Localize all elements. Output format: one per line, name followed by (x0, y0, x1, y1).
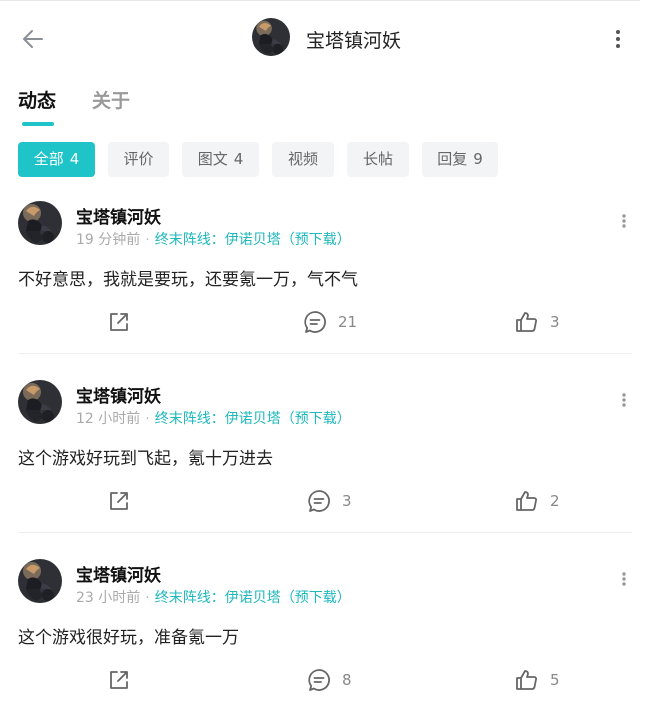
filter-chip-image-text[interactable]: 图文 4 (182, 142, 259, 177)
like-count: 2 (550, 492, 560, 510)
filter-chip-label: 回复 (437, 150, 468, 168)
more-vertical-icon (616, 30, 620, 48)
top-bar: 宝塔镇河妖 (0, 0, 648, 78)
post-game-link[interactable]: 终末阵线：伊诺贝塔（预下载） (155, 411, 351, 427)
post-time: 12 小时前 (76, 411, 141, 427)
comment-button[interactable]: 8 (306, 663, 352, 697)
share-button[interactable] (106, 663, 132, 697)
top-border (0, 0, 640, 1)
post-meta: 12 小时前 · 终末阵线：伊诺贝塔（预下载） (76, 408, 351, 428)
share-button[interactable] (106, 305, 132, 339)
avatar[interactable] (18, 380, 62, 424)
more-vertical-icon (622, 572, 626, 586)
comment-icon (308, 669, 330, 691)
thumbs-up-icon (516, 670, 537, 690)
post-actions: 3 2 (0, 484, 648, 518)
meta-separator: · (145, 411, 150, 427)
post-more-button[interactable] (614, 386, 634, 414)
filter-chip-count: 4 (233, 150, 244, 168)
filter-chip-label: 图文 (197, 150, 228, 168)
like-button[interactable]: 2 (514, 484, 560, 518)
more-vertical-icon (622, 214, 626, 228)
filter-chip-label: 评价 (123, 150, 154, 168)
filter-chip-label: 长帖 (362, 150, 393, 168)
comment-count: 21 (338, 313, 358, 331)
like-button[interactable]: 5 (514, 663, 560, 697)
meta-separator: · (145, 232, 150, 248)
share-icon (110, 492, 128, 510)
post-more-button[interactable] (614, 207, 634, 235)
post-game-link[interactable]: 终末阵线：伊诺贝塔（预下载） (155, 232, 351, 248)
filter-chip-replies[interactable]: 回复 9 (422, 142, 498, 177)
post-content[interactable]: 这个游戏好玩到飞起，氪十万进去 (18, 444, 273, 469)
post-content[interactable]: 不好意思，我就是要玩，还要氪一万，气不气 (18, 265, 358, 290)
meta-separator: · (145, 590, 150, 606)
filter-chips: 全部 4 评价 图文 4 视频 长帖 回复 9 (0, 142, 648, 178)
post-game-link[interactable]: 终末阵线：伊诺贝塔（预下载） (155, 590, 351, 606)
post-meta: 19 分钟前 · 终末阵线：伊诺贝塔（预下载） (76, 229, 351, 249)
filter-chip-long-post[interactable]: 长帖 (347, 142, 409, 177)
page-title: 宝塔镇河妖 (306, 30, 402, 52)
post-author[interactable]: 宝塔镇河妖 (76, 382, 161, 407)
filter-chip-review[interactable]: 评价 (108, 142, 169, 177)
filter-chip-label: 视频 (287, 150, 318, 168)
more-menu-button[interactable] (606, 24, 630, 54)
comment-count: 3 (342, 492, 352, 510)
avatar[interactable] (18, 201, 62, 245)
post-more-button[interactable] (614, 565, 634, 593)
feed-post[interactable]: 宝塔镇河妖 23 小时前 · 终末阵线：伊诺贝塔（预下载） 这个游戏很好玩，准备氪一… (0, 559, 648, 709)
post-time: 23 小时前 (76, 590, 141, 606)
thumbs-up-icon (516, 491, 537, 511)
share-icon (110, 313, 128, 331)
filter-chip-count: 9 (473, 150, 483, 168)
like-count: 3 (550, 313, 560, 331)
comment-icon (308, 490, 330, 512)
tab-feed[interactable]: 动态 (18, 86, 56, 113)
like-count: 5 (550, 671, 560, 689)
post-author[interactable]: 宝塔镇河妖 (76, 203, 161, 228)
comment-button[interactable]: 3 (306, 484, 352, 518)
back-button[interactable] (18, 24, 48, 54)
more-vertical-icon (622, 393, 626, 407)
post-author[interactable]: 宝塔镇河妖 (76, 561, 161, 586)
tab-bar: 动态 关于 (0, 86, 648, 130)
arrow-left-icon (23, 30, 43, 48)
post-actions: 21 3 (0, 305, 648, 339)
post-content[interactable]: 这个游戏很好玩，准备氪一万 (18, 623, 239, 648)
divider (18, 353, 632, 354)
filter-chip-label: 全部 (33, 150, 64, 168)
tab-about[interactable]: 关于 (92, 86, 130, 113)
avatar[interactable] (252, 18, 290, 56)
avatar[interactable] (18, 559, 62, 603)
comment-icon (304, 311, 326, 333)
filter-chip-video[interactable]: 视频 (272, 142, 334, 177)
post-actions: 8 5 (0, 663, 648, 697)
filter-chip-all[interactable]: 全部 4 (18, 142, 95, 177)
divider (18, 532, 632, 533)
share-button[interactable] (106, 484, 132, 518)
post-meta: 23 小时前 · 终末阵线：伊诺贝塔（预下载） (76, 587, 351, 607)
comment-count: 8 (342, 671, 352, 689)
comment-button[interactable]: 21 (302, 305, 357, 339)
filter-chip-count: 4 (69, 150, 80, 168)
like-button[interactable]: 3 (514, 305, 560, 339)
share-icon (110, 671, 128, 689)
post-time: 19 分钟前 (76, 232, 141, 248)
thumbs-up-icon (516, 312, 537, 332)
active-tab-indicator (22, 122, 54, 126)
